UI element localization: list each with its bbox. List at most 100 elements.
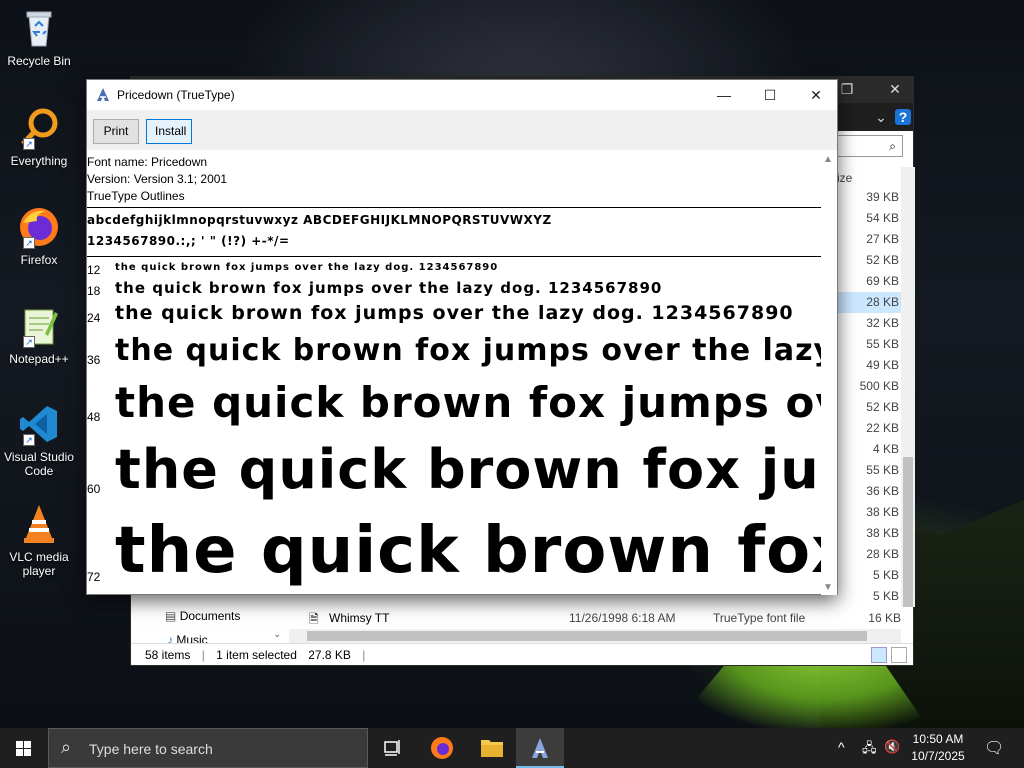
- explorer-scroll-thumb[interactable]: [903, 457, 913, 607]
- font-preview-scrollbar[interactable]: ▲ ▼: [821, 152, 837, 595]
- search-icon: ⌕: [889, 139, 896, 153]
- windows-logo-icon: [16, 741, 31, 756]
- status-item-count: 58 items: [145, 648, 191, 662]
- sample-row-48: 48 the quick brown fox jumps over: [87, 378, 823, 434]
- taskbar-clock[interactable]: 10:50 AM 10/7/2025: [900, 731, 976, 765]
- taskbar: ⌕ Type here to search ^ 🖧 🔇 10:50 AM 10/…: [0, 728, 1024, 768]
- font-outline-info: TrueType Outlines: [87, 189, 185, 203]
- file-name: Whimsy TT: [329, 611, 390, 625]
- clock-date: 10/7/2025: [911, 749, 965, 763]
- notifications-icon[interactable]: 🗨: [984, 738, 1004, 768]
- explorer-search-box[interactable]: ⌕: [831, 135, 903, 157]
- shortcut-arrow-icon: ↗: [23, 434, 35, 446]
- help-icon[interactable]: ?: [895, 109, 911, 125]
- font-app-icon: [95, 87, 111, 103]
- firefox-icon: [431, 737, 453, 759]
- file-size: 32 KB: [866, 316, 899, 330]
- window-title: Pricedown (TrueType): [117, 88, 235, 102]
- taskbar-firefox[interactable]: [418, 728, 466, 768]
- taskbar-file-explorer[interactable]: [468, 728, 516, 768]
- search-icon: ⌕: [61, 737, 72, 757]
- file-size: 27 KB: [866, 232, 899, 246]
- desktop-icon-label: Everything: [10, 154, 68, 168]
- install-button[interactable]: Install: [146, 119, 192, 144]
- print-button[interactable]: Print: [93, 119, 139, 144]
- shortcut-arrow-icon: ↗: [23, 336, 35, 348]
- nav-documents-label: Documents: [179, 609, 241, 623]
- maximize-button[interactable]: ☐: [747, 80, 793, 110]
- details-view-button[interactable]: [871, 647, 887, 663]
- desktop-icon-notepadpp[interactable]: ↗ Notepad++: [0, 304, 78, 366]
- desktop-icon-firefox[interactable]: ↗ Firefox: [0, 205, 78, 267]
- column-header-size[interactable]: ize: [837, 171, 852, 185]
- divider: [87, 207, 821, 208]
- scroll-up-icon[interactable]: ▲: [823, 154, 833, 165]
- notepad-plus-plus-icon: ↗: [17, 304, 61, 348]
- desktop-icon-label: Firefox: [20, 253, 58, 267]
- close-icon[interactable]: ✕: [887, 81, 903, 97]
- file-size: 4 KB: [872, 442, 899, 456]
- task-view-button[interactable]: [368, 728, 416, 768]
- desktop-icon-vscode[interactable]: ↗ Visual Studio Code: [0, 402, 78, 478]
- taskbar-search[interactable]: ⌕ Type here to search: [48, 728, 368, 768]
- explorer-status-bar: 58 items | 1 item selected 27.8 KB |: [131, 643, 913, 665]
- sample-text: the quick brown fox jumps over the lazy …: [115, 262, 499, 273]
- desktop-icon-label: Recycle Bin: [7, 54, 71, 68]
- font-viewer-window[interactable]: Pricedown (TrueType) — ☐ ✕ Print Install…: [86, 79, 838, 595]
- file-size: 16 KB: [868, 611, 901, 625]
- nav-chevron-icon[interactable]: ⌄: [273, 629, 281, 640]
- sample-size-label: 36: [87, 353, 101, 367]
- large-icons-view-button[interactable]: [891, 647, 907, 663]
- network-icon[interactable]: 🖧: [862, 739, 877, 768]
- file-size: 52 KB: [866, 400, 899, 414]
- volume-muted-icon[interactable]: 🔇: [884, 739, 900, 768]
- charset-numbers-symbols: 1234567890.:,; ' " (!?) +-*/=: [87, 234, 290, 248]
- explorer-hscroll-thumb[interactable]: [307, 631, 867, 641]
- sample-text: the quick brown fox jumps over the lazy …: [115, 279, 663, 297]
- font-file-icon: 🗎: [309, 612, 319, 626]
- chevron-down-icon[interactable]: ⌄: [873, 109, 889, 125]
- scroll-down-icon[interactable]: ▼: [823, 582, 833, 593]
- desktop-icon-vlc[interactable]: VLC media player: [0, 502, 78, 578]
- file-size: 55 KB: [866, 463, 899, 477]
- folder-icon: [481, 740, 503, 757]
- taskbar-font-viewer[interactable]: [516, 728, 564, 768]
- search-placeholder: Type here to search: [89, 741, 213, 757]
- file-size: 36 KB: [866, 484, 899, 498]
- table-row[interactable]: 🗎 Whimsy TT 11/26/1998 6:18 AM TrueType …: [305, 607, 901, 629]
- desktop-icon-label: Notepad++: [9, 352, 69, 366]
- divider: [87, 256, 821, 257]
- charset-letters: abcdefghijklmnopqrstuvwxyz ABCDEFGHIJKLM…: [87, 213, 552, 227]
- task-view-icon: [384, 740, 400, 756]
- recycle-bin-icon: [17, 6, 61, 50]
- close-button[interactable]: ✕: [793, 80, 839, 110]
- file-size: 38 KB: [866, 526, 899, 540]
- sample-text: the quick brown fox jumps over the lazy: [115, 333, 823, 368]
- font-viewer-toolbar: [87, 110, 837, 150]
- nav-documents[interactable]: ▤ Documents: [165, 609, 240, 623]
- sample-row-12: 12 the quick brown fox jumps over the la…: [87, 262, 823, 278]
- minimize-button[interactable]: —: [701, 80, 747, 110]
- status-selected: 1 item selected: [216, 648, 297, 662]
- desktop-icon-label: Visual Studio Code: [4, 450, 74, 478]
- file-size: 500 KB: [859, 379, 899, 393]
- sample-row-60: 60 the quick brown fox jum: [87, 438, 823, 508]
- sample-row-36: 36 the quick brown fox jumps over the la…: [87, 333, 823, 375]
- font-viewer-titlebar[interactable]: Pricedown (TrueType) — ☐ ✕: [87, 80, 837, 110]
- desktop-icon-recycle-bin[interactable]: Recycle Bin: [0, 6, 78, 68]
- restore-icon[interactable]: ❐: [839, 81, 855, 97]
- file-size: 22 KB: [866, 421, 899, 435]
- sample-row-24: 24 the quick brown fox jumps over the la…: [87, 302, 823, 330]
- file-size: 55 KB: [866, 337, 899, 351]
- size-column: 39 KB 54 KB 27 KB 52 KB 69 KB 28 KB 32 K…: [831, 187, 901, 607]
- font-name-info: Font name: Pricedown: [87, 155, 208, 169]
- desktop-icon-everything[interactable]: ↗ Everything: [0, 106, 78, 168]
- status-selected-size: 27.8 KB: [308, 648, 351, 662]
- file-size: 54 KB: [866, 211, 899, 225]
- sample-text: the quick brown fox: [115, 514, 823, 588]
- sample-size-label: 24: [87, 311, 101, 325]
- start-button[interactable]: [0, 728, 48, 768]
- chevron-up-icon[interactable]: ^: [838, 739, 845, 768]
- vscode-icon: ↗: [17, 402, 61, 446]
- file-size: 49 KB: [866, 358, 899, 372]
